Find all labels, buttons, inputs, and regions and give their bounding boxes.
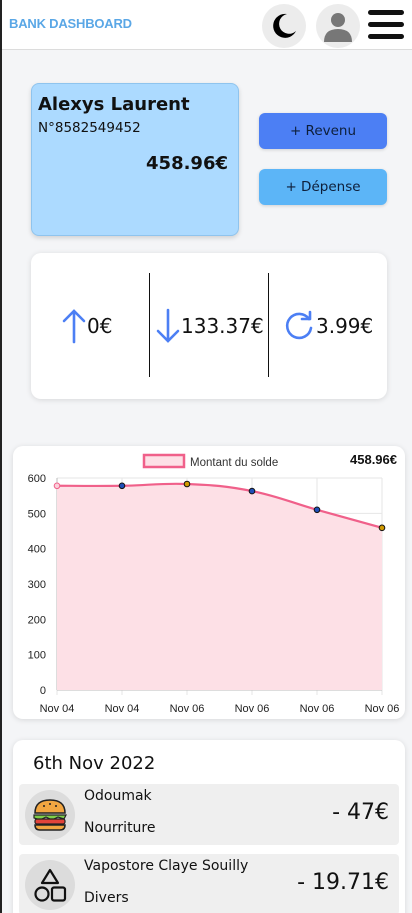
transaction-date-heading: 6th Nov 2022 bbox=[33, 753, 156, 774]
x-tick-label: Nov 04 bbox=[40, 703, 75, 715]
transaction-merchant: Odoumak bbox=[84, 788, 152, 804]
account-balance: 458.96€ bbox=[146, 153, 228, 174]
transaction-merchant: Vapostore Claye Souilly bbox=[84, 858, 249, 874]
data-point[interactable] bbox=[313, 506, 321, 514]
expenses-stat: 133.37€ bbox=[155, 253, 264, 399]
arrow-up-icon bbox=[62, 309, 86, 344]
y-tick-label: 600 bbox=[28, 473, 46, 485]
transaction-icon bbox=[25, 790, 75, 840]
brand-title[interactable]: BANK DASHBOARD bbox=[9, 16, 132, 31]
shapes-icon bbox=[34, 868, 67, 902]
income-value: 0€ bbox=[87, 314, 113, 338]
data-point[interactable] bbox=[378, 524, 386, 532]
hamburger-menu-icon bbox=[368, 22, 404, 27]
moon-icon bbox=[273, 13, 296, 38]
transaction-amount: - 19.71€ bbox=[297, 870, 389, 895]
account-holder-name: Alexys Laurent bbox=[38, 94, 190, 115]
hamburger-menu-icon bbox=[368, 10, 404, 15]
y-tick-label: 200 bbox=[28, 614, 46, 626]
recurring-stat: 3.99€ bbox=[282, 253, 373, 399]
transaction-row[interactable]: Vapostore Claye Souilly Divers - 19.71€ bbox=[19, 854, 399, 913]
hamburger-menu-icon bbox=[368, 34, 404, 39]
legend-label: Montant du solde bbox=[190, 457, 278, 469]
data-point[interactable] bbox=[53, 482, 61, 490]
y-tick-label: 500 bbox=[28, 508, 46, 520]
stats-card: 0€ 133.37€ 3.99€ bbox=[31, 253, 387, 399]
add-expense-button[interactable]: + Dépense bbox=[259, 169, 387, 205]
transaction-row[interactable]: Odoumak Nourriture - 47€ bbox=[19, 784, 399, 845]
user-avatar-icon bbox=[324, 13, 352, 42]
transaction-category: Divers bbox=[84, 890, 129, 906]
transaction-category: Nourriture bbox=[84, 820, 156, 836]
y-tick-label: 400 bbox=[28, 544, 46, 556]
x-tick-label: Nov 06 bbox=[365, 703, 400, 715]
transaction-amount: - 47€ bbox=[332, 800, 389, 825]
y-tick-label: 300 bbox=[28, 579, 46, 591]
transactions-card: 6th Nov 2022 Odoumak Nourriture - 47€ Va… bbox=[13, 740, 405, 913]
data-point[interactable] bbox=[118, 482, 126, 490]
user-avatar-button[interactable] bbox=[316, 4, 360, 48]
stat-divider bbox=[149, 273, 150, 377]
burger-icon bbox=[33, 799, 67, 831]
stat-divider bbox=[268, 273, 269, 377]
transaction-icon bbox=[25, 860, 75, 910]
hamburger-menu-button[interactable] bbox=[368, 10, 404, 40]
x-tick-label: Nov 06 bbox=[235, 703, 270, 715]
x-tick-label: Nov 06 bbox=[170, 703, 205, 715]
data-point[interactable] bbox=[248, 487, 256, 495]
account-number: N°8582549452 bbox=[38, 120, 141, 136]
dark-mode-toggle[interactable] bbox=[262, 4, 306, 48]
chart-headline-balance: 458.96€ bbox=[350, 452, 397, 467]
data-point[interactable] bbox=[183, 480, 191, 488]
x-tick-label: Nov 06 bbox=[300, 703, 335, 715]
balance-chart-card: Nov 04 Nov 04 Nov 06 Nov 06 Nov 06 Nov 06 0 10… bbox=[13, 446, 405, 719]
x-tick-label: Nov 04 bbox=[105, 703, 140, 715]
add-revenue-button[interactable]: + Revenu bbox=[259, 113, 387, 149]
y-tick-label: 0 bbox=[40, 685, 46, 697]
balance-chart: Nov 04 Nov 04 Nov 06 Nov 06 Nov 06 Nov 06 0 10… bbox=[28, 452, 400, 715]
legend-swatch[interactable] bbox=[142, 453, 186, 469]
account-card: Alexys Laurent N°8582549452 458.96€ bbox=[31, 83, 239, 236]
recurring-value: 3.99€ bbox=[316, 314, 374, 338]
app-header: BANK DASHBOARD bbox=[2, 0, 412, 50]
arrow-down-icon bbox=[156, 308, 180, 343]
y-tick-label: 100 bbox=[28, 650, 46, 662]
expenses-value: 133.37€ bbox=[181, 314, 264, 338]
refresh-icon bbox=[285, 310, 313, 340]
income-stat: 0€ bbox=[61, 253, 112, 399]
